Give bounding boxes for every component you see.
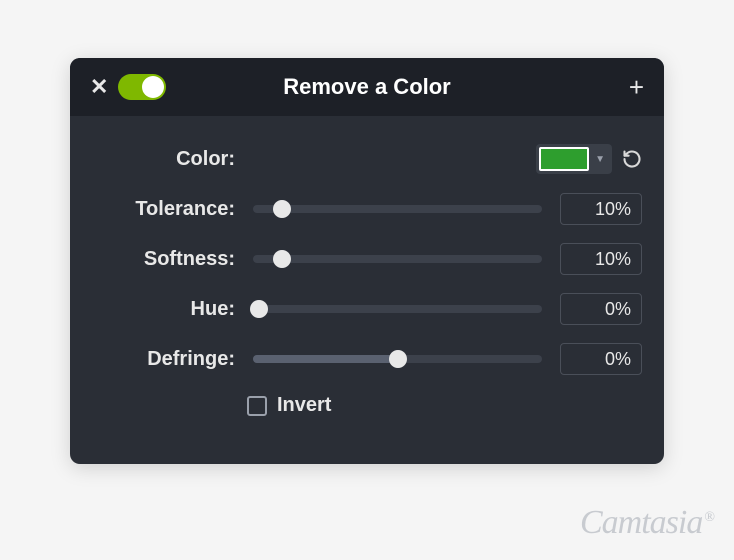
defringe-slider[interactable]: [253, 355, 542, 363]
slider-thumb[interactable]: [273, 250, 291, 268]
slider-thumb[interactable]: [250, 300, 268, 318]
softness-slider-wrap: [247, 255, 548, 263]
defringe-label: Defringe:: [92, 348, 247, 371]
color-row: Color: ▼: [92, 144, 642, 174]
close-icon[interactable]: ✕: [90, 76, 108, 98]
hue-value[interactable]: 0%: [560, 293, 642, 325]
softness-slider[interactable]: [253, 255, 542, 263]
watermark: Camtasia®: [580, 504, 714, 542]
tolerance-label: Tolerance:: [92, 198, 247, 221]
invert-label: Invert: [277, 394, 331, 417]
softness-row: Softness: 10%: [92, 244, 642, 274]
remove-color-panel: ✕ Remove a Color + Color: ▼ Tolerance:: [70, 58, 664, 464]
registered-mark: ®: [704, 510, 714, 525]
slider-thumb[interactable]: [389, 350, 407, 368]
tolerance-slider[interactable]: [253, 205, 542, 213]
panel-body: Color: ▼ Tolerance: 10% S: [70, 116, 664, 437]
invert-row: Invert: [92, 394, 642, 417]
plus-icon[interactable]: +: [629, 74, 644, 100]
color-picker[interactable]: ▼: [536, 144, 612, 174]
softness-label: Softness:: [92, 248, 247, 271]
slider-thumb[interactable]: [273, 200, 291, 218]
watermark-text: Camtasia: [580, 504, 702, 541]
softness-value[interactable]: 10%: [560, 243, 642, 275]
tolerance-value[interactable]: 10%: [560, 193, 642, 225]
tolerance-row: Tolerance: 10%: [92, 194, 642, 224]
invert-checkbox[interactable]: [247, 396, 267, 416]
reset-icon[interactable]: [622, 149, 642, 169]
defringe-value[interactable]: 0%: [560, 343, 642, 375]
slider-fill: [253, 355, 398, 363]
toggle-knob: [142, 76, 164, 98]
tolerance-slider-wrap: [247, 205, 548, 213]
enable-toggle[interactable]: [118, 74, 166, 100]
defringe-row: Defringe: 0%: [92, 344, 642, 374]
color-swatch[interactable]: [539, 147, 589, 171]
defringe-slider-wrap: [247, 355, 548, 363]
hue-slider-wrap: [247, 305, 548, 313]
hue-slider[interactable]: [253, 305, 542, 313]
hue-label: Hue:: [92, 298, 247, 321]
panel-header: ✕ Remove a Color +: [70, 58, 664, 116]
chevron-down-icon[interactable]: ▼: [591, 154, 609, 165]
hue-row: Hue: 0%: [92, 294, 642, 324]
panel-title: Remove a Color: [283, 74, 451, 100]
color-label: Color:: [92, 148, 247, 171]
